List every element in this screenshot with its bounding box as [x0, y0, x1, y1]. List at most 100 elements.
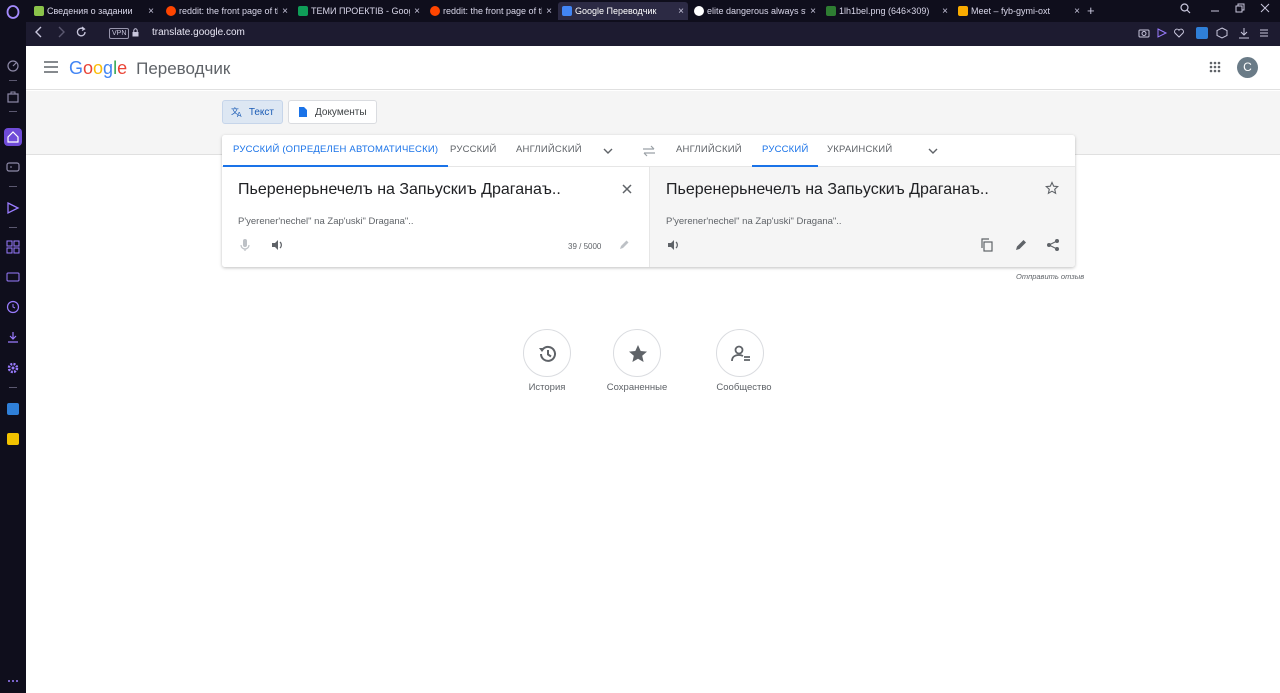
- tab-favicon: [562, 6, 572, 16]
- forward-icon[interactable]: [56, 26, 66, 38]
- target-lang-chevron-down-icon[interactable]: [927, 145, 939, 157]
- tab-title: reddit: the front page of the: [443, 6, 543, 16]
- copy-icon[interactable]: [980, 238, 994, 252]
- browser-tab[interactable]: ТЕМИ ПРОЕКТІВ - Google ×: [294, 2, 424, 20]
- source-lang-detected[interactable]: РУССКИЙ (ОПРЕДЕЛЕН АВТОМАТИЧЕСКИ): [223, 135, 449, 167]
- clear-text-icon[interactable]: [620, 182, 634, 196]
- target-speaker-icon[interactable]: [666, 238, 680, 252]
- send-feedback-link[interactable]: Отправить отзыв: [1016, 272, 1084, 281]
- logo-letter: G: [69, 58, 84, 78]
- notes-extension-icon[interactable]: [7, 433, 19, 445]
- sidebar-divider: [9, 227, 17, 228]
- browser-tab[interactable]: reddit: the front page of the ×: [162, 2, 292, 20]
- target-lang-ukrainian[interactable]: УКРАИНСКИЙ: [817, 135, 902, 167]
- restore-icon[interactable]: [1235, 3, 1245, 13]
- translate-extension-icon[interactable]: [1196, 27, 1208, 39]
- translate-page: Google Переводчик С 文A Текст Документы Р…: [26, 46, 1280, 693]
- account-avatar[interactable]: С: [1237, 57, 1258, 78]
- tab-close-icon[interactable]: ×: [546, 6, 552, 17]
- star-outline-icon[interactable]: [1045, 181, 1059, 195]
- translate-extension-icon[interactable]: [7, 403, 19, 415]
- browser-tab[interactable]: Meet – fyb-gymi-oxt ×: [954, 2, 1084, 20]
- community-icon: [731, 345, 750, 362]
- search-tabs-icon[interactable]: [1180, 3, 1191, 14]
- send-icon[interactable]: [6, 201, 20, 215]
- send-to-flow-icon[interactable]: [1156, 27, 1168, 39]
- target-lang-english[interactable]: АНГЛИЙСКИЙ: [666, 135, 752, 167]
- text-mode-label: Текст: [248, 106, 274, 118]
- downloads-icon[interactable]: [6, 330, 20, 344]
- player-icon[interactable]: [6, 270, 20, 284]
- tab-title: Meet – fyb-gymi-oxt: [971, 6, 1051, 16]
- source-speaker-icon[interactable]: [270, 238, 284, 252]
- vpn-badge[interactable]: VPN: [109, 28, 130, 39]
- workspaces-icon[interactable]: [6, 240, 20, 254]
- game-controller-icon[interactable]: [6, 160, 20, 174]
- minimize-icon[interactable]: [1210, 3, 1220, 13]
- tab-close-icon[interactable]: ×: [942, 6, 948, 17]
- browser-tab[interactable]: elite dangerous always sta ×: [690, 2, 820, 20]
- community-button[interactable]: [716, 329, 764, 377]
- browser-tab[interactable]: Сведения о задании ×: [30, 2, 158, 20]
- browser-tab[interactable]: reddit: the front page of the ×: [426, 2, 556, 20]
- tab-close-icon[interactable]: ×: [282, 6, 288, 17]
- source-pane[interactable]: Пьеренерьнечелъ на Запьускиъ Драганаъ.. …: [222, 167, 649, 267]
- apps-grid-icon[interactable]: [1209, 61, 1221, 73]
- source-lang-russian[interactable]: РУССКИЙ: [440, 135, 506, 167]
- tab-close-icon[interactable]: ×: [414, 6, 420, 17]
- target-lang-russian[interactable]: РУССКИЙ: [752, 135, 819, 167]
- character-count: 39 / 5000: [568, 242, 602, 251]
- handwriting-pencil-icon[interactable]: [618, 239, 630, 251]
- star-icon: [629, 345, 647, 362]
- close-window-icon[interactable]: [1260, 3, 1270, 13]
- menu-lines-icon[interactable]: [1258, 27, 1270, 39]
- url-text[interactable]: translate.google.com: [152, 27, 245, 38]
- tab-close-icon[interactable]: ×: [678, 6, 684, 17]
- target-transliteration: P'yerener'nechel" na Zap'uski" Dragana".…: [666, 216, 842, 227]
- new-tab-button[interactable]: +: [1087, 3, 1095, 18]
- tab-close-icon[interactable]: ×: [1074, 6, 1080, 17]
- browser-tab[interactable]: 1lh1bel.png (646×309) ×: [822, 2, 952, 20]
- tab-title: elite dangerous always sta: [707, 6, 807, 16]
- logo-letter: e: [117, 58, 128, 78]
- camera-icon[interactable]: [1138, 27, 1150, 39]
- saved-button[interactable]: [613, 329, 661, 377]
- browser-tab-active[interactable]: Google Переводчик ×: [558, 2, 688, 20]
- history-sidebar-icon[interactable]: [6, 300, 20, 314]
- edit-pencil-icon[interactable]: [1014, 238, 1028, 252]
- swap-languages-icon[interactable]: [642, 145, 656, 157]
- source-text[interactable]: Пьеренерьнечелъ на Запьускиъ Драганаъ..: [238, 181, 561, 199]
- google-translate-logo[interactable]: Google Переводчик: [69, 58, 230, 79]
- opera-logo-icon[interactable]: [6, 5, 20, 19]
- tab-bar: Сведения о задании × reddit: the front p…: [0, 0, 1280, 22]
- language-bar: РУССКИЙ (ОПРЕДЕЛЕН АВТОМАТИЧЕСКИ) РУССКИ…: [222, 135, 1075, 167]
- microphone-icon[interactable]: [238, 238, 252, 252]
- sidebar-divider: [9, 111, 17, 112]
- back-icon[interactable]: [34, 26, 44, 38]
- documents-mode-button[interactable]: Документы: [288, 100, 377, 124]
- text-mode-button[interactable]: 文A Текст: [222, 100, 283, 124]
- source-lang-english[interactable]: АНГЛИЙСКИЙ: [506, 135, 592, 167]
- address-bar: VPN translate.google.com: [26, 22, 1280, 46]
- tab-title: Сведения о задании: [47, 6, 133, 16]
- history-label: История: [528, 382, 566, 393]
- home-icon[interactable]: [4, 128, 22, 146]
- tab-favicon: [34, 6, 44, 16]
- tab-title: Google Переводчик: [575, 6, 657, 16]
- main-menu-icon[interactable]: [44, 61, 58, 73]
- tab-favicon: [958, 6, 968, 16]
- extensions-cube-icon[interactable]: [1216, 27, 1228, 39]
- heart-icon[interactable]: [1173, 27, 1185, 39]
- history-button[interactable]: [523, 329, 571, 377]
- tab-close-icon[interactable]: ×: [148, 6, 154, 17]
- speed-dial-icon[interactable]: [6, 59, 20, 73]
- tab-close-icon[interactable]: ×: [810, 6, 816, 17]
- download-icon[interactable]: [1238, 27, 1250, 39]
- shopping-bag-icon[interactable]: [6, 89, 20, 103]
- share-icon[interactable]: [1046, 238, 1060, 252]
- reload-icon[interactable]: [76, 26, 87, 38]
- settings-gear-icon[interactable]: [6, 361, 20, 375]
- tab-favicon: [298, 6, 308, 16]
- more-icon[interactable]: [6, 674, 20, 688]
- source-lang-chevron-down-icon[interactable]: [602, 145, 614, 157]
